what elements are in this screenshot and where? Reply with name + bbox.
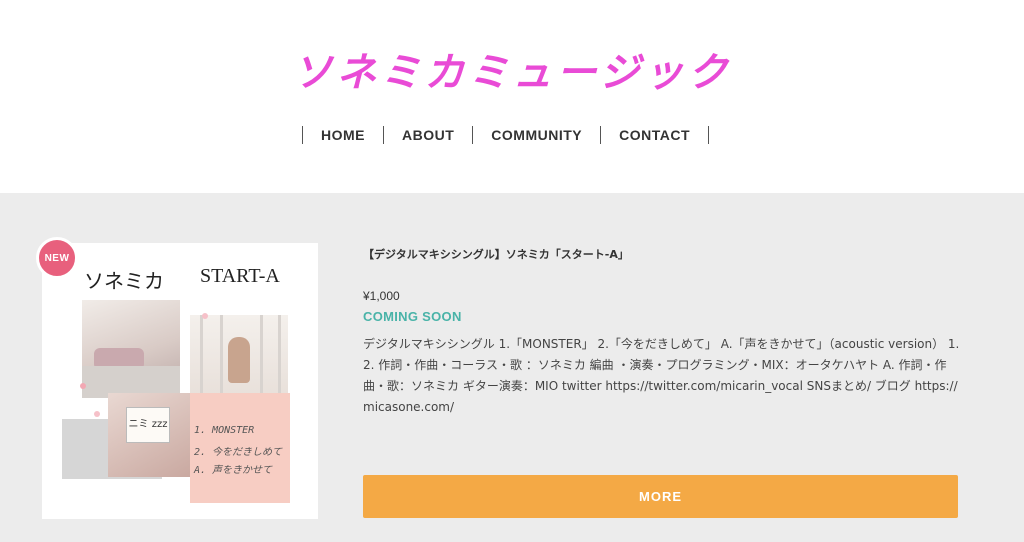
site-header: ソネミカミュージック HOME ABOUT COMMUNITY CONTACT — [0, 0, 1024, 193]
cover-track: 1. MONSTER — [194, 425, 255, 436]
product-price: ¥1,000 — [363, 289, 400, 303]
product-status: COMING SOON — [363, 309, 462, 324]
main-nav: HOME ABOUT COMMUNITY CONTACT — [302, 124, 710, 146]
cover-title-text: START-A — [200, 265, 280, 287]
more-button[interactable]: MORE — [363, 475, 958, 518]
cover-card-text: ニミ zzz — [126, 407, 170, 443]
cover-woman-photo — [190, 315, 288, 397]
product-title[interactable]: 【デジタルマキシシングル】ソネミカ「スタート-A」 — [363, 246, 629, 262]
decor-dot — [80, 383, 86, 389]
nav-community[interactable]: COMMUNITY — [473, 124, 600, 146]
product-description: デジタルマキシシングル 1.「MONSTER」 2.「今をだきしめて」 A.「声… — [363, 337, 960, 414]
cover-tracklist: 1. MONSTER 2. 今をだきしめて A. 声をきかせて — [190, 393, 290, 503]
nav-home[interactable]: HOME — [303, 124, 383, 146]
cover-bed-photo — [82, 300, 180, 398]
cover-face-photo: ニミ zzz — [108, 393, 192, 477]
decor-dot — [94, 411, 100, 417]
product-cover-image[interactable]: ソネミカ START-A ニミ zzz 1. MONSTER 2. 今をだきしめ… — [42, 243, 318, 519]
nav-contact[interactable]: CONTACT — [601, 124, 708, 146]
site-logo[interactable]: ソネミカミュージック — [0, 40, 1024, 98]
new-badge: NEW — [36, 237, 78, 279]
cover-artist-text: ソネミカ — [84, 269, 164, 293]
cover-track: 2. 今をだきしめて — [194, 447, 283, 458]
nav-about[interactable]: ABOUT — [384, 124, 472, 146]
decor-dot — [202, 313, 208, 319]
cover-track: A. 声をきかせて — [194, 465, 273, 476]
nav-divider — [708, 126, 710, 144]
